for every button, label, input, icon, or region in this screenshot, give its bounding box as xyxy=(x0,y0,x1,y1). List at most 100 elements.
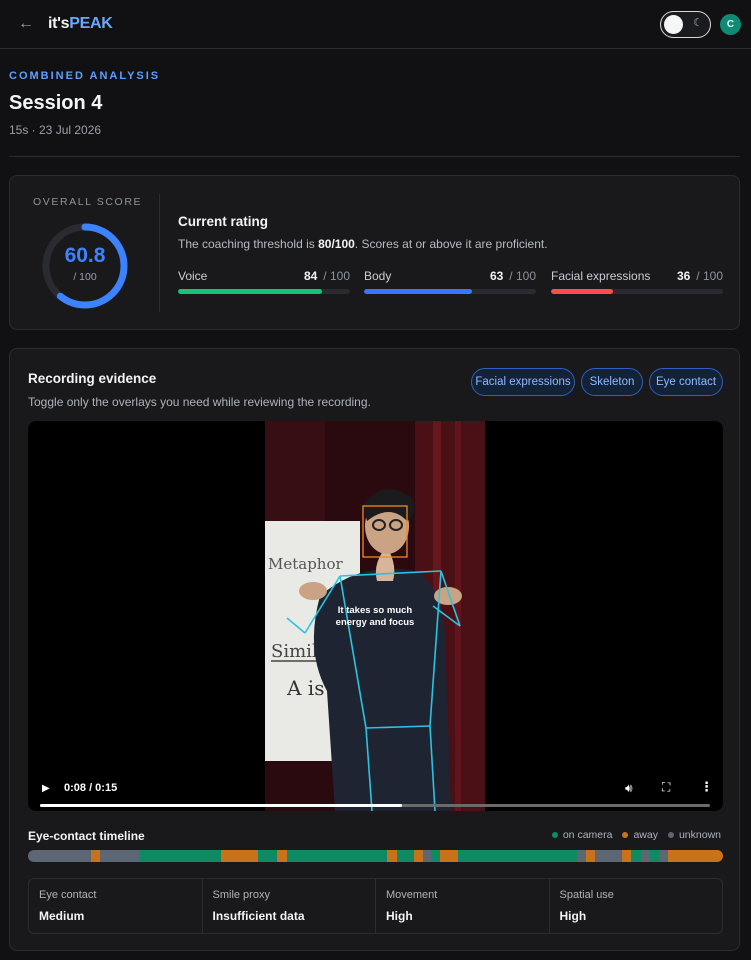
evidence-description: Toggle only the overlays you need while … xyxy=(28,395,371,409)
stat-value: High xyxy=(559,909,587,923)
legend-dot xyxy=(551,832,558,839)
timeline-segment-unknown xyxy=(594,850,623,862)
recording-evidence-card: Recording evidence Toggle only the overl… xyxy=(9,348,740,951)
timeline-segment-unknown xyxy=(658,850,669,862)
metric-track xyxy=(178,289,350,294)
metric-value: 84/ 100 xyxy=(303,269,350,283)
video-player[interactable]: Metaphor for Simile A is xyxy=(28,421,723,811)
timeline-segment-on xyxy=(649,850,659,862)
evidence-title: Recording evidence xyxy=(28,371,157,386)
rating-threshold: 80/100 xyxy=(318,237,355,251)
metric-track xyxy=(551,289,723,294)
metric-track xyxy=(364,289,536,294)
stat-label: Eye contact xyxy=(39,889,97,901)
score-card: OVERALL SCORE 60.8 / 100 Current rating … xyxy=(9,175,740,330)
legend-unknown: unknown xyxy=(667,829,721,841)
seek-bar[interactable] xyxy=(40,804,710,807)
moon-icon: ☾ xyxy=(693,17,703,29)
timeline-segment-away xyxy=(387,850,397,862)
page-title: Session 4 xyxy=(9,92,103,114)
legend-dot xyxy=(622,832,629,839)
stats-row: Eye contact Medium Smile proxy Insuffici… xyxy=(28,878,723,934)
video-caption-line-2: energy and focus xyxy=(336,617,415,628)
whiteboard-text-4: A is xyxy=(286,676,324,700)
stat-label: Movement xyxy=(386,889,438,901)
stat-spatial-use: Spatial use High xyxy=(550,879,723,933)
timeline-segment-on xyxy=(257,850,277,862)
app-logo[interactable]: it'sPEAK xyxy=(48,15,113,33)
timeline-segment-away xyxy=(622,850,632,862)
overlay-toggle-skeleton[interactable]: Skeleton xyxy=(581,368,643,396)
stat-eye-contact: Eye contact Medium xyxy=(29,879,203,933)
timeline-segment-on xyxy=(430,850,440,862)
whiteboard-text-1: Metaphor xyxy=(268,555,344,573)
toggle-knob xyxy=(664,15,683,34)
rating-title: Current rating xyxy=(178,214,269,229)
stat-label: Smile proxy xyxy=(212,889,270,901)
timeline-segment-on xyxy=(396,850,414,862)
vertical-divider xyxy=(159,194,160,312)
metric-fill-body xyxy=(364,289,473,294)
legend-on-camera: on camera xyxy=(551,829,612,841)
overlay-toggle-eye-contact[interactable]: Eye contact xyxy=(649,368,723,396)
metric-value: 36/ 100 xyxy=(676,269,723,283)
stat-value: Insufficient data xyxy=(212,909,305,923)
timeline-segment-on xyxy=(631,850,641,862)
stat-value: Medium xyxy=(39,909,85,923)
theme-toggle[interactable]: ☾ xyxy=(660,11,711,38)
fullscreen-icon[interactable]: ⛶ xyxy=(662,780,670,795)
metric-label: Body xyxy=(364,269,392,283)
avatar[interactable]: C xyxy=(720,14,741,35)
timeline-segment-unknown xyxy=(100,850,139,862)
overall-score-max: / 100 xyxy=(73,271,97,283)
video-scene: Metaphor for Simile A is xyxy=(265,421,485,811)
overall-score-value: 60.8 xyxy=(64,244,106,267)
video-frame: Metaphor for Simile A is xyxy=(265,421,485,811)
metric-label: Voice xyxy=(178,269,208,283)
timeline-segment-away xyxy=(668,850,723,862)
video-time: 0:08 / 0:15 xyxy=(64,782,118,794)
timeline-title: Eye-contact timeline xyxy=(28,829,145,843)
metric-value: 63/ 100 xyxy=(489,269,536,283)
video-controls: ▶ 0:08 / 0:15 🔊︎ ⛶ ⋮ xyxy=(28,765,723,811)
seek-progress xyxy=(40,804,402,807)
volume-icon[interactable]: 🔊︎ xyxy=(625,781,633,796)
timeline-segment-away xyxy=(439,850,459,862)
timeline-segment-on xyxy=(458,850,578,862)
stat-value: High xyxy=(386,909,413,923)
page-subtitle: 15s · 23 Jul 2026 xyxy=(9,123,102,137)
metric-label: Facial expressions xyxy=(551,269,651,283)
play-icon[interactable]: ▶ xyxy=(42,783,50,794)
overall-score-label: OVERALL SCORE xyxy=(33,196,143,208)
timeline-segment-away xyxy=(90,850,101,862)
metric-fill-voice xyxy=(178,289,323,294)
logo-text-peak: PEAK xyxy=(69,15,113,32)
top-bar: ← it'sPEAK ☾ C xyxy=(0,0,751,49)
legend-dot xyxy=(667,832,674,839)
metric-fill-facial xyxy=(551,289,613,294)
logo-text-its: it's xyxy=(48,15,70,32)
section-eyebrow: COMBINED ANALYSIS xyxy=(9,70,161,82)
timeline-segment-unknown xyxy=(640,850,650,862)
timeline-legend: on camera away unknown xyxy=(551,829,721,841)
timeline-segment-unknown xyxy=(577,850,587,862)
timeline-segment-on xyxy=(138,850,221,862)
video-caption-line-1: It takes so much xyxy=(338,605,413,616)
timeline-segment-unknown xyxy=(422,850,431,862)
legend-away: away xyxy=(622,829,658,841)
timeline-segment-away xyxy=(276,850,287,862)
timeline-segment-away xyxy=(220,850,258,862)
timeline-segment-on xyxy=(286,850,388,862)
rating-description: The coaching threshold is 80/100. Scores… xyxy=(178,237,548,251)
back-arrow-icon[interactable]: ← xyxy=(16,14,36,34)
timeline-segment-away xyxy=(586,850,595,862)
timeline-segment-away xyxy=(413,850,423,862)
more-options-icon[interactable]: ⋮ xyxy=(700,779,713,795)
timeline-segment-unknown xyxy=(28,850,91,862)
divider xyxy=(9,156,740,157)
eye-contact-timeline[interactable] xyxy=(28,850,723,862)
stat-movement: Movement High xyxy=(376,879,550,933)
stat-label: Spatial use xyxy=(559,889,614,901)
stat-smile-proxy: Smile proxy Insufficient data xyxy=(203,879,376,933)
overlay-toggle-facial-expressions[interactable]: Facial expressions xyxy=(471,368,575,396)
